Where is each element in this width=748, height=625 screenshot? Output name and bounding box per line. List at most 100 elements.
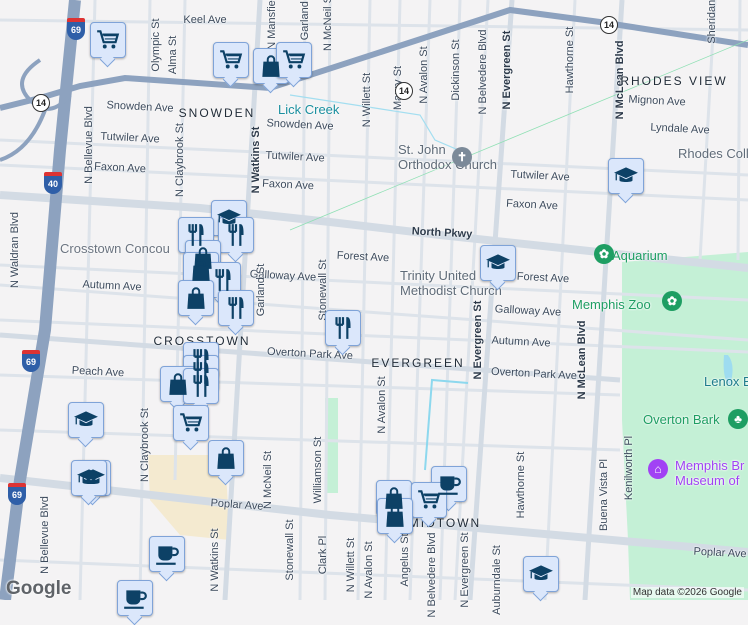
coffee-icon (154, 541, 180, 567)
street-label: N Willett St (345, 537, 357, 593)
place-label-rhodes-coll[interactable]: Rhodes Coll (678, 146, 748, 161)
street-label: Sheridan St (706, 0, 718, 44)
route-14-shield: 14 (32, 94, 50, 112)
neighborhood-label: SNOWDEN (178, 106, 256, 120)
street-label: N Willett St (361, 72, 373, 128)
street-label: N Belvedere Blvd (477, 29, 489, 115)
cart-icon (178, 410, 204, 436)
street-label: Auburndale St (491, 545, 503, 615)
street-label: Alma St (167, 35, 179, 75)
school-marker[interactable] (68, 402, 104, 438)
map-attribution[interactable]: Map data ©2026 Google (630, 587, 744, 598)
interstate-shield: 69 (8, 483, 26, 505)
bag-marker[interactable] (208, 440, 244, 476)
cart-icon (218, 47, 244, 73)
street-label: Dickinson St (450, 39, 462, 101)
restaurant-marker[interactable] (183, 368, 219, 404)
street-label: N McLean Blvd (576, 320, 588, 400)
street-label: N Watkins St (209, 528, 221, 592)
paw-icon[interactable]: ✿ (594, 244, 614, 264)
street-label: Hawthorne St (515, 451, 527, 519)
bag-icon (213, 445, 239, 471)
street-label: Hawthorne St (564, 26, 576, 94)
neighborhood-label: RHODES VIEW (620, 74, 728, 88)
street-label: N Watkins St (250, 126, 262, 194)
route-14-shield: 14 (600, 16, 618, 34)
street-label: N Avalon St (376, 376, 388, 434)
street-label: N Belvedere Blvd (426, 532, 438, 618)
restaurant-marker[interactable] (205, 262, 241, 298)
restaurant-marker[interactable] (218, 217, 254, 253)
school-marker[interactable] (523, 556, 559, 592)
coffee-marker[interactable] (117, 580, 153, 616)
place-label-lenox-b[interactable]: Lenox B (704, 374, 748, 389)
street-label: Garland St (255, 263, 267, 317)
cart-marker[interactable] (90, 22, 126, 58)
street-label: Clark Pl (317, 535, 329, 575)
school-icon (76, 465, 102, 491)
street-label: N Evergreen St (459, 532, 471, 608)
restaurant-marker[interactable] (325, 310, 361, 346)
school-marker[interactable] (480, 245, 516, 281)
museum-icon[interactable]: ⌂ (648, 459, 668, 479)
place-label-st-john[interactable]: St. John Orthodox Church (398, 142, 497, 172)
street-label: Angelus St (399, 533, 411, 587)
tree-icon[interactable]: ♣ (728, 409, 748, 429)
place-label-memphis-br[interactable]: Memphis Br Museum of (675, 458, 744, 488)
street-label: N McNeil St (322, 0, 334, 52)
bag-marker[interactable] (178, 280, 214, 316)
street-label: Garland St (299, 0, 311, 41)
street-label: N Bellevue Blvd (83, 106, 95, 184)
interstate-shield: 69 (67, 18, 85, 40)
street-label: N Avalon St (418, 46, 430, 104)
bag-icon (183, 285, 209, 311)
school-icon (613, 163, 639, 189)
school-marker[interactable] (608, 158, 644, 194)
cart-icon (416, 487, 442, 513)
google-logo: Google (6, 578, 72, 599)
interstate-shield: 69 (22, 350, 40, 372)
street-label: N McNeil St (262, 450, 274, 510)
place-label-crosstown-concou[interactable]: Crosstown Concou (60, 241, 170, 256)
street-label: N Claybrook St (139, 408, 151, 482)
street-label: Stonewall St (284, 519, 296, 581)
place-label-overton-bark[interactable]: Overton Bark (643, 412, 720, 427)
bag-marker[interactable] (377, 498, 413, 534)
cart-marker[interactable] (411, 482, 447, 518)
interstate-shield: 40 (44, 172, 62, 194)
cart-icon (95, 27, 121, 53)
restaurant-marker[interactable] (218, 290, 254, 326)
street-label: N Evergreen St (501, 30, 513, 110)
street-label: N Waldran Blvd (9, 211, 21, 289)
place-label-lick-creek[interactable]: Lick Creek (278, 102, 339, 117)
school-marker[interactable] (71, 460, 107, 496)
street-label: N Bellevue Blvd (39, 496, 51, 574)
street-label: Keel Ave (183, 14, 227, 26)
coffee-icon (122, 585, 148, 611)
restaurant-icon (188, 373, 214, 399)
paw-icon[interactable]: ✿ (662, 291, 682, 311)
street-label: Olympic St (150, 18, 162, 72)
street-label: Williamson St (312, 436, 324, 504)
neighborhood-label: EVERGREEN (371, 356, 465, 370)
neighborhood-label: MIDTOWN (408, 516, 482, 530)
school-icon (528, 561, 554, 587)
cart-marker[interactable] (276, 42, 312, 78)
cart-marker[interactable] (213, 42, 249, 78)
coffee-marker[interactable] (149, 536, 185, 572)
street-label: Buena Vista Pl (598, 459, 610, 531)
school-icon (485, 250, 511, 276)
school-icon (73, 407, 99, 433)
street-label: N Evergreen St (472, 300, 484, 380)
restaurant-icon (223, 222, 249, 248)
bag-icon (382, 503, 408, 529)
restaurant-icon (210, 267, 236, 293)
street-label: N Avalon St (363, 541, 375, 599)
street-label: N Claybrook St (174, 123, 186, 197)
cart-marker[interactable] (173, 405, 209, 441)
place-label-memphis-zoo[interactable]: Memphis Zoo (572, 297, 651, 312)
cross-icon[interactable]: ✝ (452, 147, 472, 167)
place-label-aquarium[interactable]: Aquarium (612, 248, 668, 263)
restaurant-icon (330, 315, 356, 341)
restaurant-icon (223, 295, 249, 321)
